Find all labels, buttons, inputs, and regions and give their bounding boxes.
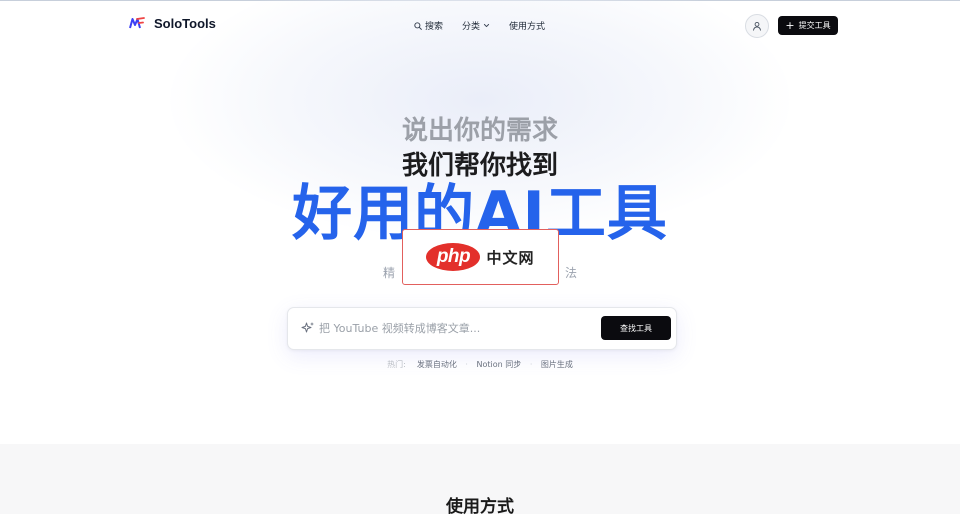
- separator: ·: [529, 360, 533, 369]
- hero-line-1: 说出你的需求: [401, 116, 558, 146]
- sparkle-icon: [301, 322, 314, 333]
- find-tool-button[interactable]: 查找工具: [601, 316, 671, 340]
- nav-categories-label: 分类: [462, 22, 481, 32]
- hero-line-2: 我们帮你找到: [401, 151, 558, 181]
- hot-tag[interactable]: 发票自动化: [417, 360, 457, 369]
- hot-label: 热门:: [387, 360, 406, 369]
- user-account-button[interactable]: [745, 14, 769, 38]
- separator: ·: [465, 360, 468, 369]
- nav-search[interactable]: 搜索: [414, 19, 443, 32]
- logo-icon: [129, 17, 145, 29]
- nav-usage-label: 使用方式: [509, 22, 546, 32]
- php-logo: php: [426, 243, 481, 271]
- brand-name: SoloTools: [154, 15, 216, 31]
- hero-subtitle-right: 法: [565, 266, 578, 280]
- usage-section: 使用方式: [0, 444, 960, 517]
- hero-subtitle-left: 精: [382, 266, 395, 280]
- hot-tag[interactable]: Notion 同步: [477, 360, 522, 369]
- search-icon: [414, 21, 422, 30]
- plus-icon: +: [785, 19, 795, 32]
- nav-search-label: 搜索: [425, 22, 444, 32]
- submit-tool-label: 提交工具: [798, 21, 831, 30]
- search-input[interactable]: [319, 319, 589, 337]
- nav-categories[interactable]: 分类: [462, 19, 490, 32]
- watermark-text: 中文网: [486, 248, 535, 267]
- hot-tag[interactable]: 图片生成: [541, 360, 573, 369]
- php-watermark: php 中文网: [402, 229, 559, 285]
- hot-tags: 热门: 发票自动化 · Notion 同步 · 图片生成: [0, 359, 960, 370]
- brand-logo[interactable]: SoloTools: [129, 15, 216, 31]
- nav-usage[interactable]: 使用方式: [509, 19, 545, 32]
- user-icon: [753, 21, 761, 31]
- usage-section-title: 使用方式: [446, 497, 514, 517]
- search-box: 查找工具: [287, 307, 677, 350]
- submit-tool-button[interactable]: + 提交工具: [778, 16, 838, 35]
- chevron-down-icon: [483, 23, 490, 28]
- site-header: SoloTools 搜索 分类 使用方式 + 提交工具: [0, 1, 960, 47]
- main-nav: 搜索 分类 使用方式: [414, 19, 545, 32]
